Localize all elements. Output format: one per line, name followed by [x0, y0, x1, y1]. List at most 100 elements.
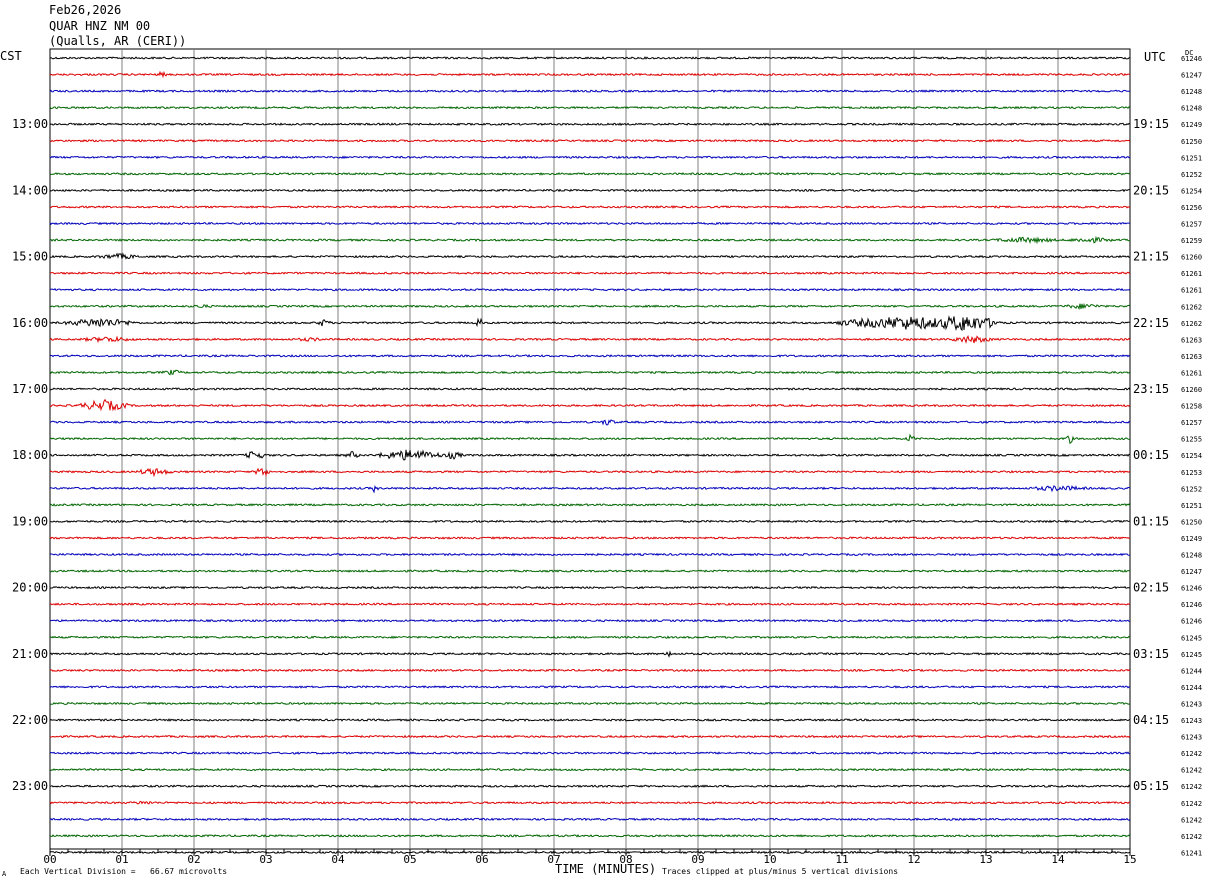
- dc-offset-label: 61257: [1181, 419, 1202, 427]
- right-hour-label: 00:15: [1133, 448, 1169, 462]
- trace-row: [49, 419, 1131, 426]
- right-hour-label: 20:15: [1133, 183, 1169, 197]
- dc-offset-label: 61261: [1181, 270, 1202, 278]
- trace-row: [49, 155, 1131, 160]
- trace-row: [49, 105, 1131, 110]
- dc-offset-label: 61246: [1181, 618, 1202, 626]
- left-hour-label: 15:00: [12, 250, 48, 264]
- x-tick-label: 10: [763, 853, 776, 866]
- x-tick-label: 14: [1051, 853, 1065, 866]
- dc-offset-label: 61248: [1181, 105, 1202, 113]
- trace-row: [49, 433, 1131, 445]
- trace-row: [49, 302, 1131, 311]
- dc-offset-label: 61242: [1181, 750, 1202, 758]
- helicorder-plot: 00 01 02 03 04 05 06 07 08 09 10 11 12 13 14 1561246612…: [12, 48, 1202, 866]
- dc-offset-label: 61261: [1181, 287, 1202, 295]
- x-tick-label: 12: [907, 853, 920, 866]
- right-hour-label: 23:15: [1133, 382, 1169, 396]
- dc-offset-label: 61262: [1181, 303, 1202, 311]
- left-hour-label: 17:00: [12, 382, 48, 396]
- trace-row: [49, 734, 1131, 739]
- trace-row: [49, 602, 1131, 606]
- x-tick-label: 11: [835, 853, 848, 866]
- trace-row: [49, 484, 1131, 494]
- footer-corner-mark: A: [2, 870, 7, 878]
- dc-offset-label: 61242: [1181, 816, 1202, 824]
- trace-row: [49, 235, 1131, 245]
- dc-offset-label: 61253: [1181, 469, 1202, 477]
- trace-row: [49, 519, 1131, 524]
- trace-row: [49, 618, 1131, 623]
- left-hour-label: 19:00: [12, 514, 48, 528]
- trace-row: [49, 503, 1131, 507]
- right-hour-label: 04:15: [1133, 713, 1169, 727]
- trace-row: [49, 569, 1131, 573]
- footer-scale-note: Each Vertical Division = 66.67 microvolt…: [20, 867, 228, 876]
- right-hour-label: 02:15: [1133, 581, 1169, 595]
- dc-offset-label: 61254: [1181, 452, 1202, 460]
- label-layer: 00 01 02 03 04 05 06 07 08 09 10 11 12 13 14 1561246612…: [12, 55, 1202, 866]
- left-hour-label: 16:00: [12, 316, 48, 330]
- trace-row: [49, 205, 1131, 209]
- dc-offset-label: 61263: [1181, 336, 1202, 344]
- trace-row: [49, 668, 1131, 673]
- dc-offset-label: 61242: [1181, 783, 1202, 791]
- trace-row: [49, 89, 1131, 93]
- dc-offset-label: 61244: [1181, 684, 1202, 692]
- dc-offset-label: 61260: [1181, 254, 1202, 262]
- trace-row: [49, 287, 1131, 292]
- trace-row: [49, 817, 1131, 822]
- dc-offset-label: 61247: [1181, 568, 1202, 576]
- dc-offset-label: 61263: [1181, 353, 1202, 361]
- dc-offset-label: 61256: [1181, 204, 1202, 212]
- trace-row: [49, 635, 1131, 640]
- x-tick-label: 04: [331, 853, 345, 866]
- dc-offset-label: 61248: [1181, 552, 1202, 560]
- trace-row: [49, 398, 1131, 412]
- right-hour-label: 05:15: [1133, 779, 1169, 793]
- dc-offset-label: 61252: [1181, 171, 1202, 179]
- trace-row: [49, 315, 1131, 332]
- x-tick-label: 06: [475, 853, 488, 866]
- trace-row: [49, 138, 1131, 143]
- plot-frame: [49, 48, 1131, 850]
- dc-offset-label: 61241: [1181, 849, 1202, 857]
- left-hour-label: 13:00: [12, 117, 48, 131]
- trace-row: [49, 536, 1131, 540]
- trace-row: [49, 271, 1131, 275]
- trace-row: [49, 387, 1131, 391]
- dc-offset-label: 61246: [1181, 55, 1202, 63]
- trace-row: [49, 701, 1131, 706]
- dc-offset-label: 61246: [1181, 601, 1202, 609]
- dc-offset-label: 61257: [1181, 221, 1202, 229]
- footer-clip-note: Traces clipped at plus/minus 5 vertical …: [662, 867, 899, 876]
- dc-offset-label: 61245: [1181, 651, 1202, 659]
- dc-offset-label: 61242: [1181, 767, 1202, 775]
- trace-row: [49, 552, 1131, 557]
- trace-row: [49, 252, 1131, 260]
- dc-offset-label: 61255: [1181, 436, 1202, 444]
- trace-row: [49, 685, 1131, 689]
- dc-offset-label: 61247: [1181, 72, 1202, 80]
- dc-offset-label: 61261: [1181, 369, 1202, 377]
- left-hour-label: 23:00: [12, 779, 48, 793]
- trace-row: [49, 122, 1131, 127]
- dc-offset-label: 61259: [1181, 237, 1202, 245]
- trace-row: [49, 650, 1131, 658]
- dc-offset-label: 61252: [1181, 485, 1202, 493]
- trace-row: [49, 751, 1131, 755]
- trace-row: [49, 171, 1131, 176]
- trace-row: [49, 800, 1131, 805]
- x-tick-label: 13: [979, 853, 992, 866]
- trace-row: [49, 767, 1131, 772]
- right-hour-label: 19:15: [1133, 117, 1169, 131]
- trace-row: [49, 585, 1131, 590]
- dc-offset-label: 61262: [1181, 320, 1202, 328]
- dc-offset-label: 61246: [1181, 585, 1202, 593]
- right-hour-label: 01:15: [1133, 514, 1169, 528]
- dc-offset-label: 61242: [1181, 800, 1202, 808]
- dc-offset-label: 61251: [1181, 502, 1202, 510]
- right-hour-label: 21:15: [1133, 250, 1169, 264]
- trace-row: [49, 784, 1131, 788]
- trace-row: [49, 221, 1131, 226]
